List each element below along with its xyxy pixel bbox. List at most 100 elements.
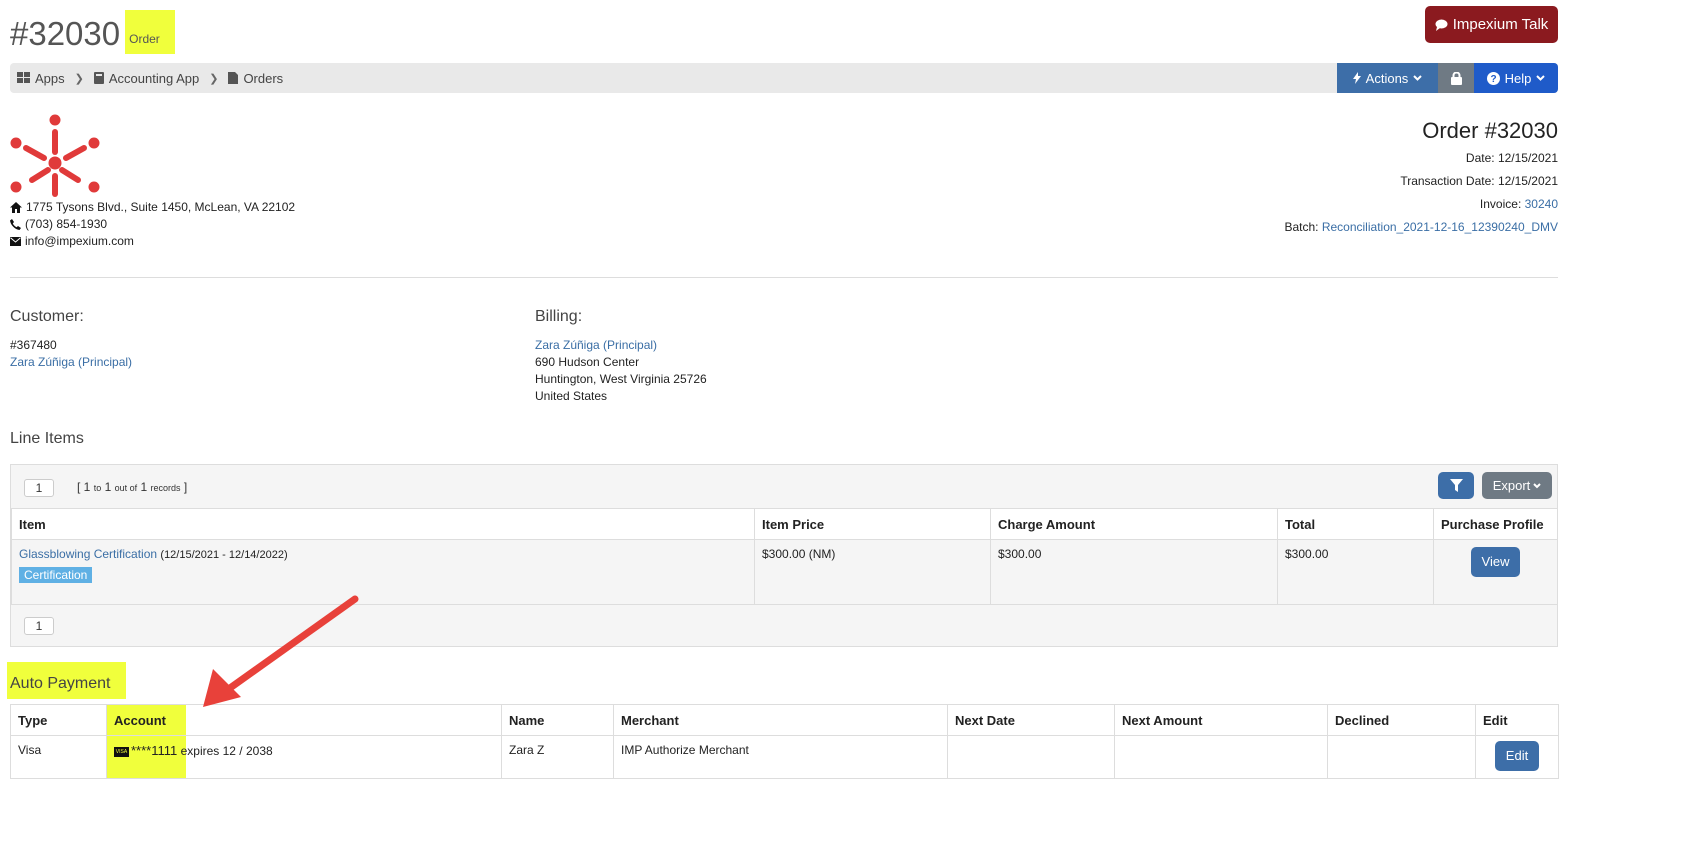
billing-name-link[interactable]: Zara Zúñiga (Principal): [535, 338, 657, 352]
table-row: Glassblowing Certification (12/15/2021 -…: [11, 539, 1558, 605]
edit-button[interactable]: Edit: [1495, 741, 1539, 771]
actions-button[interactable]: Actions: [1337, 63, 1438, 93]
batch-link[interactable]: Reconciliation_2021-12-16_12390240_DMV: [1322, 220, 1558, 234]
records-out-of: out of: [114, 483, 138, 493]
payment-type-cell: Visa: [10, 735, 107, 779]
order-info: Order #32030 Date: 12/15/2021 Transactio…: [1284, 117, 1558, 239]
export-label: Export: [1492, 478, 1531, 493]
chevron-down-icon: [1536, 75, 1546, 81]
item-link[interactable]: Glassblowing Certification: [19, 547, 157, 561]
purchase-profile-cell: View: [1433, 539, 1558, 605]
breadcrumb-label: Accounting App: [108, 70, 200, 86]
total-cell: $300.00: [1277, 539, 1434, 605]
company-phone-row: (703) 854-1930: [10, 216, 295, 233]
breadcrumb-item-accounting-app[interactable]: Accounting App: [93, 70, 200, 86]
lock-icon: [1450, 71, 1462, 85]
chevron-right-icon: ❯: [74, 72, 84, 85]
column-header: Purchase Profile: [1433, 508, 1558, 540]
chat-bubble-icon: [1435, 19, 1448, 31]
home-icon: [10, 202, 22, 213]
bolt-icon: [1352, 72, 1361, 84]
company-email-row: info@impexium.com: [10, 233, 295, 250]
item-price-cell: $300.00 (NM): [754, 539, 991, 605]
divider: [10, 277, 1558, 278]
export-button[interactable]: Export: [1482, 472, 1552, 499]
svg-text:?: ?: [1490, 74, 1496, 85]
order-number: #32030: [10, 15, 121, 52]
card-expiry: expires 12 / 2038: [180, 744, 273, 758]
help-button[interactable]: ? Help: [1474, 63, 1558, 93]
invoice-link[interactable]: 30240: [1525, 197, 1558, 211]
company-logo: [10, 114, 100, 197]
order-title: #32030 Order: [10, 10, 175, 54]
company-address-row: 1775 Tysons Blvd., Suite 1450, McLean, V…: [10, 199, 295, 216]
records-to-word: to: [93, 483, 102, 493]
filter-icon: [1449, 479, 1463, 492]
column-header: Total: [1277, 508, 1434, 540]
table-header-row: Item Item Price Charge Amount Total Purc…: [11, 508, 1558, 540]
pagination-page-top[interactable]: 1: [24, 479, 54, 497]
breadcrumb-label: Apps: [35, 70, 65, 86]
customer-section: Customer: #367480 Zara Zúñiga (Principal…: [10, 307, 132, 371]
records-total: 1: [140, 480, 148, 494]
breadcrumb: Apps ❯ Accounting App ❯ Orders: [17, 63, 283, 93]
order-date-label: Date:: [1465, 151, 1495, 165]
column-header: Edit: [1475, 704, 1559, 736]
billing-city-state: Huntington, West Virginia 25726: [535, 372, 707, 386]
column-header: Name: [501, 704, 614, 736]
breadcrumb-item-apps[interactable]: Apps: [17, 71, 65, 86]
name-cell: Zara Z: [501, 735, 614, 779]
table-row: Visa VISA ****1111 expires 12 / 2038 Zara…: [10, 735, 1559, 779]
order-heading: Order #32030: [1422, 118, 1558, 143]
line-items-heading: Line Items: [10, 430, 84, 447]
table-header-row: Type Account Name Merchant Next Date Nex…: [10, 704, 1559, 736]
transaction-date-line: Transaction Date: 12/15/2021: [1284, 170, 1558, 193]
order-subtitle: Order: [125, 10, 175, 54]
batch-line: Batch: Reconciliation_2021-12-16_1239024…: [1284, 216, 1558, 239]
actions-label: Actions: [1365, 70, 1409, 86]
customer-id: #367480: [10, 338, 57, 352]
invoice-line: Invoice: 30240: [1284, 193, 1558, 216]
certification-badge: Certification: [19, 567, 93, 583]
charge-amount-cell: $300.00: [990, 539, 1278, 605]
line-items-table: Item Item Price Charge Amount Total Purc…: [11, 508, 1558, 605]
item-cell: Glassblowing Certification (12/15/2021 -…: [11, 539, 755, 605]
records-word: records: [150, 483, 181, 493]
breadcrumb-bar: Apps ❯ Accounting App ❯ Orders Actions ?…: [10, 63, 1558, 93]
customer-heading: Customer:: [10, 308, 84, 325]
view-button[interactable]: View: [1471, 547, 1520, 577]
auto-payment-heading: Auto Payment: [7, 662, 126, 699]
merchant-cell: IMP Authorize Merchant: [613, 735, 948, 779]
records-from: 1: [83, 480, 91, 494]
account-cell: VISA ****1111 expires 12 / 2038: [106, 735, 502, 779]
chevron-down-icon: [1413, 75, 1423, 81]
declined-cell: [1327, 735, 1476, 779]
column-header: Type: [10, 704, 107, 736]
help-label: Help: [1504, 70, 1532, 86]
visa-card-icon: VISA: [114, 746, 129, 757]
filter-button[interactable]: [1438, 472, 1474, 499]
pagination-page-bottom[interactable]: 1: [24, 617, 54, 635]
records-to: 1: [104, 480, 112, 494]
envelope-icon: [10, 237, 21, 246]
file-icon: [228, 72, 239, 84]
column-header: Item: [11, 508, 755, 540]
grid-icon: [17, 72, 30, 83]
billing-heading: Billing:: [535, 308, 583, 325]
column-header: Charge Amount: [990, 508, 1278, 540]
customer-name-link[interactable]: Zara Zúñiga (Principal): [10, 355, 132, 369]
company-email: info@impexium.com: [25, 234, 134, 248]
lock-button[interactable]: [1438, 63, 1474, 93]
records-count: [ 1 to 1 out of 1 records ]: [77, 480, 188, 494]
impexium-talk-button[interactable]: Impexium Talk: [1425, 6, 1558, 43]
transaction-date: 12/15/2021: [1497, 174, 1558, 188]
order-date: 12/15/2021: [1497, 151, 1558, 165]
auto-payment-table: Type Account Name Merchant Next Date Nex…: [10, 704, 1559, 779]
item-dates: (12/15/2021 - 12/14/2022): [160, 549, 288, 561]
edit-cell: Edit: [1475, 735, 1559, 779]
next-amount-cell: [1114, 735, 1328, 779]
column-header: Item Price: [754, 508, 991, 540]
column-header: Account: [106, 704, 502, 736]
order-date-line: Date: 12/15/2021: [1284, 147, 1558, 170]
breadcrumb-item-orders[interactable]: Orders: [228, 71, 283, 86]
